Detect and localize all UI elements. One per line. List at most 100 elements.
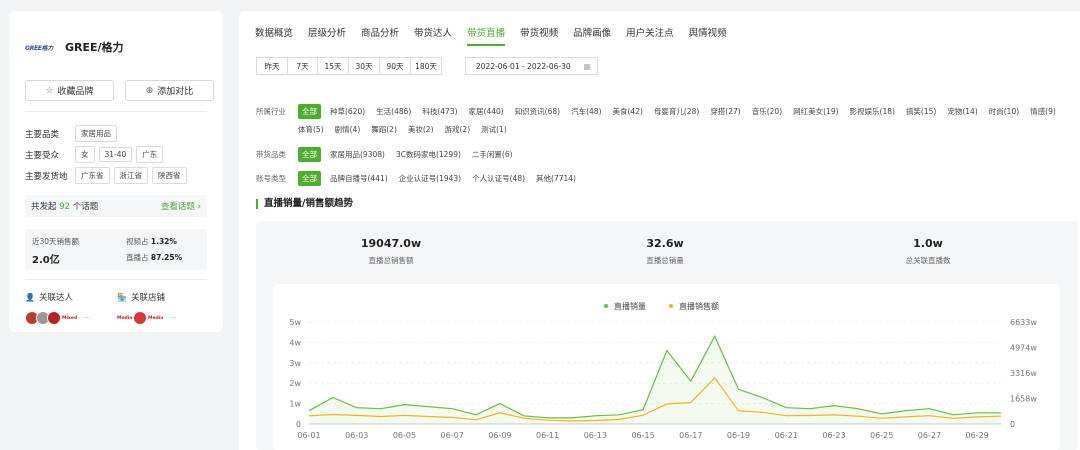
audience-row: 主要受众 女 31-40 广东: [25, 146, 167, 163]
tab-sentiment-videos[interactable]: 舆情视频: [689, 25, 727, 46]
industry-option[interactable]: 汽车(48): [571, 104, 601, 119]
trend-chart-svg: 0 1w 2w 3w 4w 5w 0 1658w 3316w 4974w 6633w 06-01 06-…: [289, 301, 1037, 440]
x-tick-label: 06-15: [631, 431, 654, 440]
industry-option[interactable]: 测试(1): [481, 122, 507, 137]
more-shops[interactable]: ···: [170, 314, 177, 322]
y-right-tick-label: 4974w: [1010, 344, 1037, 353]
range-90d[interactable]: 90天: [379, 57, 411, 75]
x-tick-label: 06-29: [966, 431, 989, 440]
industry-option[interactable]: 剧情(4): [335, 122, 361, 137]
account-option[interactable]: 个人认证号(48): [472, 171, 525, 186]
tab-videos[interactable]: 带货视频: [520, 25, 558, 46]
account-option[interactable]: 全部: [298, 171, 321, 186]
x-tick-label: 06-25: [870, 431, 893, 440]
brand-header: GREE格力 GREE/格力: [25, 39, 124, 55]
industry-option[interactable]: 音乐(20): [752, 104, 782, 119]
tab-product-analysis[interactable]: 商品分析: [361, 25, 399, 46]
tab-influencers[interactable]: 带货达人: [414, 25, 452, 46]
tab-tier-analysis[interactable]: 层级分析: [308, 25, 346, 46]
category-option[interactable]: 3C数码家电(1299): [396, 147, 461, 162]
plus-circle-icon: ⊕: [145, 85, 154, 96]
industry-option[interactable]: 时尚(10): [989, 104, 1019, 119]
calendar-icon: ▦: [583, 61, 591, 71]
legend-marker: [604, 304, 608, 308]
sales-stats: 近30天销售额 2.0亿 视频占 1.32% 直播占 87.25%: [25, 229, 207, 270]
sales-value: 2.0亿: [32, 255, 60, 266]
range-30d[interactable]: 30天: [348, 57, 380, 75]
x-tick-label: 06-01: [297, 431, 320, 440]
industry-option[interactable]: 家居(440): [469, 104, 504, 119]
industry-option[interactable]: 科技(473): [422, 104, 457, 119]
y-left-tick-label: 5w: [289, 318, 301, 327]
view-topics-link[interactable]: 查看话题 ›: [161, 200, 201, 212]
tab-bar: 数据概览 层级分析 商品分析 带货达人 带货直播 带货视频 品牌画像 用户关注点…: [255, 25, 742, 46]
industry-option[interactable]: 游戏(2): [445, 122, 471, 137]
region-tag: 浙江省: [113, 167, 148, 184]
topics-count: 92: [59, 202, 71, 212]
category-option[interactable]: 二手闲置(6): [472, 147, 513, 162]
y-left-tick-label: 0: [296, 420, 301, 429]
category-tag: 家居用品: [75, 125, 117, 142]
industry-option[interactable]: 生活(486): [376, 104, 411, 119]
industry-option[interactable]: 母婴育儿(28): [654, 104, 699, 119]
range-180d[interactable]: 180天: [410, 57, 442, 75]
shop-icon: 🏪: [117, 292, 127, 302]
shop-logo[interactable]: Media: [117, 314, 133, 322]
x-tick-label: 06-19: [727, 431, 750, 440]
range-15d[interactable]: 15天: [317, 57, 349, 75]
tab-brand-profile[interactable]: 品牌画像: [573, 25, 611, 46]
kpi-total-sales: 19047.0w 直播总销售额: [360, 237, 422, 265]
industry-option[interactable]: 种草(620): [330, 104, 365, 119]
industry-option[interactable]: 穿搭(27): [710, 104, 740, 119]
industry-option[interactable]: 影视娱乐(18): [850, 104, 895, 119]
account-option[interactable]: 其他(7714): [536, 171, 576, 186]
category-option[interactable]: 家居用品(9308): [330, 147, 385, 162]
industry-option[interactable]: 体育(5): [298, 122, 324, 137]
industry-option[interactable]: 美妆(2): [408, 122, 434, 137]
add-compare-button[interactable]: ⊕ 添加对比: [125, 80, 214, 101]
avatar[interactable]: [47, 311, 61, 325]
kpi-total-volume: 32.6w 直播总销量: [646, 237, 684, 265]
industry-option[interactable]: 搞笑(15): [906, 104, 936, 119]
account-option[interactable]: 企业认证号(1943): [399, 171, 461, 186]
x-tick-label: 06-03: [345, 431, 368, 440]
shop-avatars[interactable]: Media Media ···: [117, 311, 177, 325]
kpi-total-streams: 1.0w 总关联直播数: [905, 237, 951, 265]
tab-overview[interactable]: 数据概览: [255, 25, 293, 46]
shop-logo[interactable]: Media: [148, 314, 164, 322]
range-yesterday[interactable]: 昨天: [256, 57, 288, 75]
x-tick-label: 06-05: [393, 431, 416, 440]
x-tick-label: 06-21: [775, 431, 798, 440]
more-influencers[interactable]: ···: [84, 314, 91, 322]
x-tick-label: 06-23: [822, 431, 845, 440]
industry-option[interactable]: 网红美女(19): [793, 104, 838, 119]
account-option[interactable]: 品牌自播号(441): [330, 171, 388, 186]
brand-logo: GREE格力: [25, 44, 53, 52]
industry-option[interactable]: 宠物(14): [947, 104, 977, 119]
legend-label: 直播销售额: [679, 301, 719, 311]
main-panel: 数据概览 层级分析 商品分析 带货达人 带货直播 带货视频 品牌画像 用户关注点…: [239, 11, 1080, 450]
x-tick-label: 06-27: [918, 431, 941, 440]
industry-option[interactable]: 美食(42): [613, 104, 643, 119]
industry-option[interactable]: 知识资讯(68): [515, 104, 560, 119]
tab-live-streams[interactable]: 带货直播: [467, 25, 506, 46]
y-left-tick-label: 4w: [289, 338, 301, 347]
favorite-brand-button[interactable]: ☆ 收藏品牌: [25, 80, 114, 101]
category-option[interactable]: 全部: [298, 147, 321, 162]
range-7d[interactable]: 7天: [287, 57, 318, 75]
y-right-tick-label: 0: [1010, 420, 1015, 429]
industry-option[interactable]: 情感(9): [1030, 104, 1056, 119]
shop-avatar[interactable]: [133, 311, 147, 325]
date-range-input[interactable]: 2022-06-01 - 2022-06-30 ▦: [465, 57, 598, 75]
avatar-logo[interactable]: Mixed: [62, 314, 78, 322]
industry-option[interactable]: 舞蹈(2): [371, 122, 397, 137]
influencer-avatars[interactable]: Mixed ···: [25, 311, 91, 325]
x-tick-label: 06-13: [584, 431, 607, 440]
account-options: 全部 品牌自播号(441) 企业认证号(1943) 个人认证号(48) 其他(7714): [298, 171, 1078, 186]
audience-tag: 31-40: [98, 147, 133, 162]
category-filter: 带货品类 全部 家居用品(9308) 3C数码家电(1299) 二手闲置(6): [256, 147, 1078, 162]
tab-user-focus[interactable]: 用户关注点: [626, 25, 674, 46]
y-left-tick-label: 3w: [289, 359, 301, 368]
industry-option[interactable]: 全部: [298, 104, 321, 119]
x-tick-label: 06-11: [536, 431, 559, 440]
